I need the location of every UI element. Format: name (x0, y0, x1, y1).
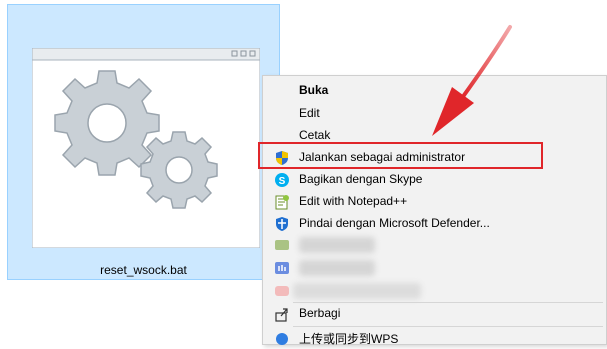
red-arrow-icon (432, 25, 512, 136)
